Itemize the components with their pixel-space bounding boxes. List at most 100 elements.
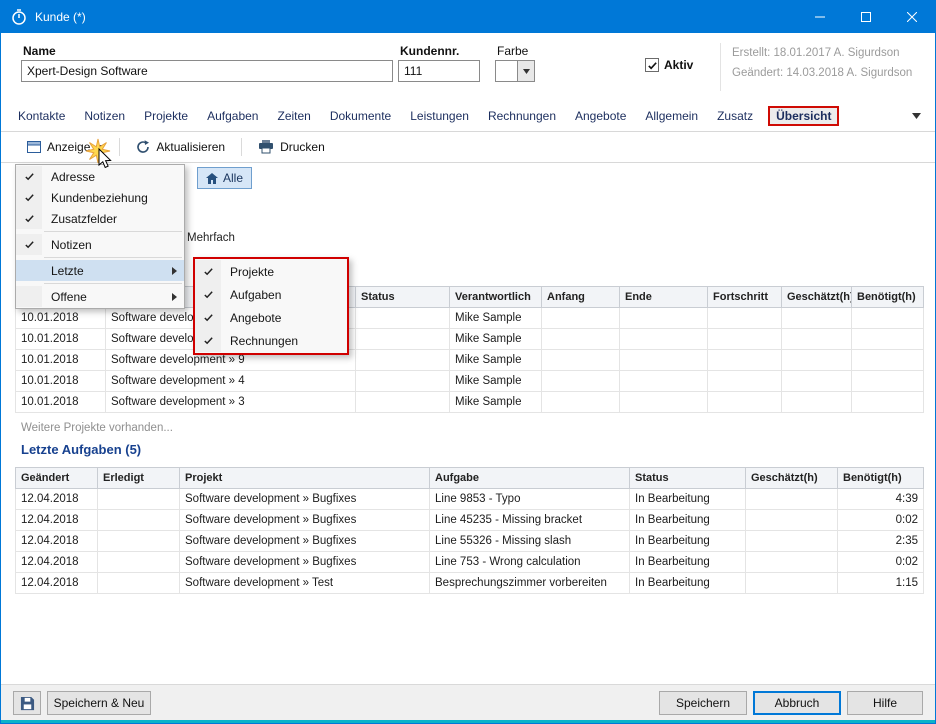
menu-item-label: Zusatzfelder <box>42 212 117 226</box>
column-header[interactable]: Geschätzt(h) <box>782 287 852 308</box>
table-cell: Mike Sample <box>450 392 542 413</box>
column-header[interactable]: Erledigt <box>98 468 180 489</box>
table-cell <box>620 350 708 371</box>
table-row[interactable]: 10.01.2018Software development » 4Mike S… <box>16 371 924 392</box>
tab-uebersicht[interactable]: Übersicht <box>768 106 839 126</box>
check-icon <box>16 166 42 187</box>
table-cell: Software development » 4 <box>106 371 356 392</box>
table-cell <box>356 329 450 350</box>
tabs-overflow-button[interactable] <box>912 113 921 119</box>
tab-kontakte[interactable]: Kontakte <box>14 106 69 126</box>
table-cell <box>542 371 620 392</box>
table-row[interactable]: 10.01.2018Software develoMike Sample <box>16 308 924 329</box>
drucken-button[interactable]: Drucken <box>250 136 333 158</box>
check-icon <box>195 260 221 283</box>
farbe-label: Farbe <box>497 44 528 58</box>
table-row[interactable]: 12.04.2018Software development » Bugfixe… <box>16 510 924 531</box>
table-row[interactable]: 10.01.2018Software development » 9Mike S… <box>16 350 924 371</box>
maximize-button[interactable] <box>843 1 889 33</box>
table-cell: In Bearbeitung <box>630 531 746 552</box>
column-header[interactable]: Anfang <box>542 287 620 308</box>
column-header[interactable]: Verantwortlich <box>450 287 542 308</box>
titlebar[interactable]: Kunde (*) <box>1 1 935 33</box>
separator <box>44 231 182 232</box>
menu-item-notizen[interactable]: Notizen <box>16 234 184 255</box>
alle-filter-button[interactable]: Alle <box>197 167 252 189</box>
separator <box>720 43 721 91</box>
table-cell: 10.01.2018 <box>16 392 106 413</box>
table-cell <box>542 350 620 371</box>
table-row[interactable]: 12.04.2018Software development » Bugfixe… <box>16 552 924 573</box>
aktiv-checkbox[interactable] <box>645 58 659 72</box>
table-cell <box>746 510 838 531</box>
tab-dokumente[interactable]: Dokumente <box>326 106 395 126</box>
window-title: Kunde (*) <box>35 10 86 24</box>
check-icon <box>16 234 42 255</box>
name-input[interactable] <box>21 60 393 82</box>
table-row[interactable]: 10.01.2018Software development » 3Mike S… <box>16 392 924 413</box>
submenu-item-projekte[interactable]: Projekte <box>195 260 347 283</box>
tab-allgemein[interactable]: Allgemein <box>641 106 702 126</box>
modified-text: Geändert: 14.03.2018 A. Sigurdson <box>732 67 912 79</box>
menu-item-kundenbeziehung[interactable]: Kundenbeziehung <box>16 187 184 208</box>
table-cell <box>356 371 450 392</box>
table-cell: 4:39 <box>838 489 924 510</box>
hilfe-button[interactable]: Hilfe <box>847 691 923 715</box>
table-row[interactable]: 12.04.2018Software development » TestBes… <box>16 573 924 594</box>
close-button[interactable] <box>889 1 935 33</box>
kunde-window: Kunde (*) Name Kundennr. Farbe Aktiv Ers… <box>0 0 936 724</box>
column-header[interactable]: Geschätzt(h) <box>746 468 838 489</box>
separator <box>44 283 182 284</box>
speichern-button[interactable]: Speichern <box>659 691 747 715</box>
menu-item-label: Aufgaben <box>221 288 281 302</box>
menu-item-zusatzfelder[interactable]: Zusatzfelder <box>16 208 184 229</box>
aktualisieren-button[interactable]: Aktualisieren <box>128 136 233 158</box>
menu-item-label: Adresse <box>42 170 95 184</box>
table-cell <box>620 371 708 392</box>
tab-rechnungen[interactable]: Rechnungen <box>484 106 560 126</box>
menu-item-offene[interactable]: Offene <box>16 286 184 307</box>
window-panel-icon <box>27 141 41 153</box>
table-row[interactable]: 12.04.2018Software development » Bugfixe… <box>16 531 924 552</box>
menu-item-letzte[interactable]: Letzte <box>16 260 184 281</box>
submenu-item-aufgaben[interactable]: Aufgaben <box>195 283 347 306</box>
table-cell <box>356 392 450 413</box>
tab-leistungen[interactable]: Leistungen <box>406 106 473 126</box>
speichern-neu-button[interactable]: Speichern & Neu <box>47 691 151 715</box>
kundennr-input[interactable] <box>398 60 480 82</box>
column-header[interactable]: Benötigt(h) <box>852 287 924 308</box>
column-header[interactable]: Geändert <box>16 468 98 489</box>
submenu-item-rechnungen[interactable]: Rechnungen <box>195 329 347 352</box>
table-cell: Mike Sample <box>450 371 542 392</box>
tab-projekte[interactable]: Projekte <box>140 106 192 126</box>
minimize-button[interactable] <box>797 1 843 33</box>
table-row[interactable]: 12.04.2018Software development » Bugfixe… <box>16 489 924 510</box>
tab-notizen[interactable]: Notizen <box>80 106 129 126</box>
column-header[interactable]: Projekt <box>180 468 430 489</box>
table-row[interactable]: 10.01.2018Software develoMike Sample <box>16 329 924 350</box>
column-header[interactable]: Status <box>356 287 450 308</box>
tab-zeiten[interactable]: Zeiten <box>273 106 314 126</box>
save-icon-button[interactable] <box>13 691 41 715</box>
column-header[interactable]: Ende <box>620 287 708 308</box>
table-cell: Mike Sample <box>450 329 542 350</box>
farbe-dropdown[interactable] <box>495 60 535 82</box>
submenu-item-angebote[interactable]: Angebote <box>195 306 347 329</box>
tab-zusatz[interactable]: Zusatz <box>713 106 757 126</box>
check-icon <box>16 208 42 229</box>
dropdown-arrow-icon[interactable] <box>517 61 534 81</box>
table-cell <box>746 489 838 510</box>
column-header[interactable]: Status <box>630 468 746 489</box>
tab-aufgaben[interactable]: Aufgaben <box>203 106 262 126</box>
anzeige-button[interactable]: Anzeige <box>19 136 111 158</box>
abbruch-button[interactable]: Abbruch <box>753 691 841 715</box>
column-header[interactable]: Benötigt(h) <box>838 468 924 489</box>
table-cell: 10.01.2018 <box>16 350 106 371</box>
column-header[interactable]: Fortschritt <box>708 287 782 308</box>
tab-angebote[interactable]: Angebote <box>571 106 630 126</box>
menu-item-adresse[interactable]: Adresse <box>16 166 184 187</box>
table-cell: Software development » Bugfixes <box>180 489 430 510</box>
column-header[interactable]: Aufgabe <box>430 468 630 489</box>
table-cell: Line 55326 - Missing slash <box>430 531 630 552</box>
check-icon <box>16 187 42 208</box>
